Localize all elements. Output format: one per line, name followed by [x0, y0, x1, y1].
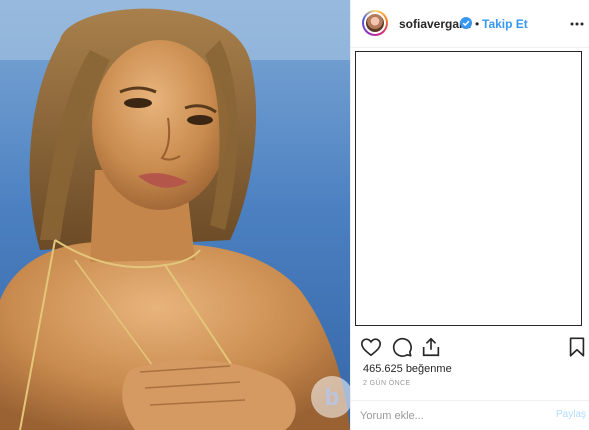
post-actions — [351, 332, 589, 362]
comment-icon[interactable] — [391, 336, 413, 358]
b-logo-watermark-icon: b — [311, 376, 353, 418]
post-photo[interactable] — [0, 0, 350, 430]
more-options-icon[interactable] — [569, 14, 585, 34]
post-comment-button[interactable]: Paylaş — [556, 409, 586, 420]
comment-input[interactable] — [360, 407, 510, 425]
watermark-logo: b — [309, 374, 355, 420]
post-side-panel: sofiavergara • Takip Et 465.625 beğenme … — [350, 0, 589, 430]
post-timestamp: 2 GÜN ÖNCE — [363, 380, 411, 387]
share-icon[interactable] — [420, 336, 442, 358]
comment-bar: Paylaş — [351, 400, 589, 430]
bookmark-icon[interactable] — [566, 336, 588, 358]
svg-text:b: b — [325, 384, 340, 411]
post-photo-image — [0, 0, 350, 430]
separator-dot: • — [475, 17, 480, 31]
post-header: sofiavergara • Takip Et — [351, 0, 589, 48]
avatar[interactable] — [362, 10, 388, 36]
avatar-photo — [366, 14, 384, 32]
heart-icon[interactable] — [360, 336, 382, 358]
likes-count[interactable]: 465.625 beğenme — [363, 363, 452, 375]
verified-badge-icon — [460, 17, 472, 29]
follow-button[interactable]: Takip Et — [482, 17, 528, 31]
comments-embed-placeholder — [355, 51, 582, 326]
avatar-inner — [364, 12, 386, 34]
